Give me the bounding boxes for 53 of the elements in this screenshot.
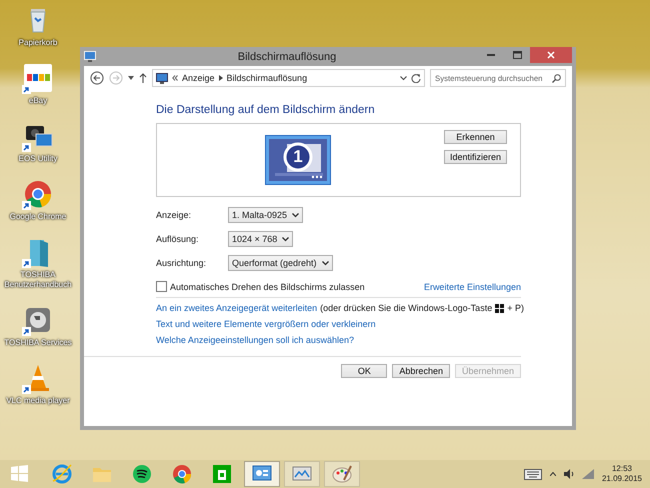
close-icon (547, 51, 555, 59)
caret-icon[interactable] (550, 472, 556, 476)
back-button[interactable] (90, 71, 104, 85)
window-title: Bildschirmauflösung (236, 50, 338, 62)
windows-logo-icon (495, 304, 504, 312)
chevron-down-icon (282, 236, 290, 242)
speaker-icon[interactable] (564, 469, 574, 479)
music-app-icon (130, 462, 154, 486)
taskbar-button[interactable] (244, 461, 280, 487)
close-button[interactable] (530, 47, 572, 63)
up-arrow-icon (139, 73, 147, 83)
search-icon (552, 74, 561, 82)
clock-date[interactable]: 21.09.2015 (602, 474, 642, 484)
refresh-icon[interactable] (411, 73, 421, 83)
help-link[interactable]: Text und weitere Elemente vergrößern oder verkleinern (156, 319, 376, 329)
advanced-settings-link[interactable]: Erweiterte Einstellungen (424, 282, 521, 292)
section-heading: Die Darstellung auf dem Bildschirm ändern (156, 104, 376, 116)
shortcut-hint: (oder drücken Sie die Windows-Logo-Taste (320, 303, 492, 313)
minimize-icon (487, 54, 495, 56)
keyboard-icon[interactable] (524, 468, 542, 480)
breadcrumb-link[interactable]: Anzeige (182, 73, 215, 83)
chevron-down-icon (322, 260, 329, 266)
address-bar[interactable]: Anzeige Bildschirmauflösung (152, 69, 425, 87)
preview-button[interactable]: Identifizieren (444, 150, 507, 164)
monitor-drawing[interactable] (265, 135, 331, 185)
clock-time[interactable]: 12:53 (612, 464, 632, 474)
dialog-button[interactable]: Abbrechen (392, 364, 450, 378)
setting-label: Auflösung: (156, 234, 200, 244)
breadcrumb-link[interactable]: Bildschirmauflösung (226, 73, 308, 83)
shortcut-hint: + P) (507, 303, 524, 313)
maximize-icon (512, 51, 522, 59)
setting-label: Ausrichtung: (156, 258, 208, 268)
browser-icon (50, 462, 74, 486)
checkbox-label[interactable]: Automatisches Drehen des Bildschirms zulassen (170, 282, 365, 292)
monitor-number: 1 (292, 146, 304, 168)
history-dropdown-button[interactable] (128, 76, 134, 80)
setting-dropdown[interactable]: 1024 × 768 (228, 231, 294, 247)
chevron-icon (218, 75, 223, 81)
preview-button[interactable]: Erkennen (444, 130, 507, 144)
chevron-down-icon[interactable] (400, 76, 407, 80)
display-icon (84, 51, 96, 62)
dialog-button[interactable]: OK (341, 364, 388, 378)
setting-label: Anzeige: (156, 210, 192, 220)
project-display-link[interactable]: An ein zweites Anzeigegerät weiterleiten (156, 303, 318, 313)
help-link[interactable]: Welche Anzeigeeinstellungen soll ich auswählen? (156, 335, 354, 345)
caret-icon (128, 76, 134, 80)
display-icon (156, 72, 168, 84)
chevron-down-icon (292, 212, 300, 218)
setting-dropdown[interactable]: 1. Malta-0925 (228, 207, 304, 223)
setting-dropdown[interactable]: Querformat (gedreht) (228, 255, 333, 271)
up-button[interactable] (139, 73, 147, 83)
checkbox[interactable] (156, 281, 167, 292)
double-chevron-icon (172, 75, 178, 81)
